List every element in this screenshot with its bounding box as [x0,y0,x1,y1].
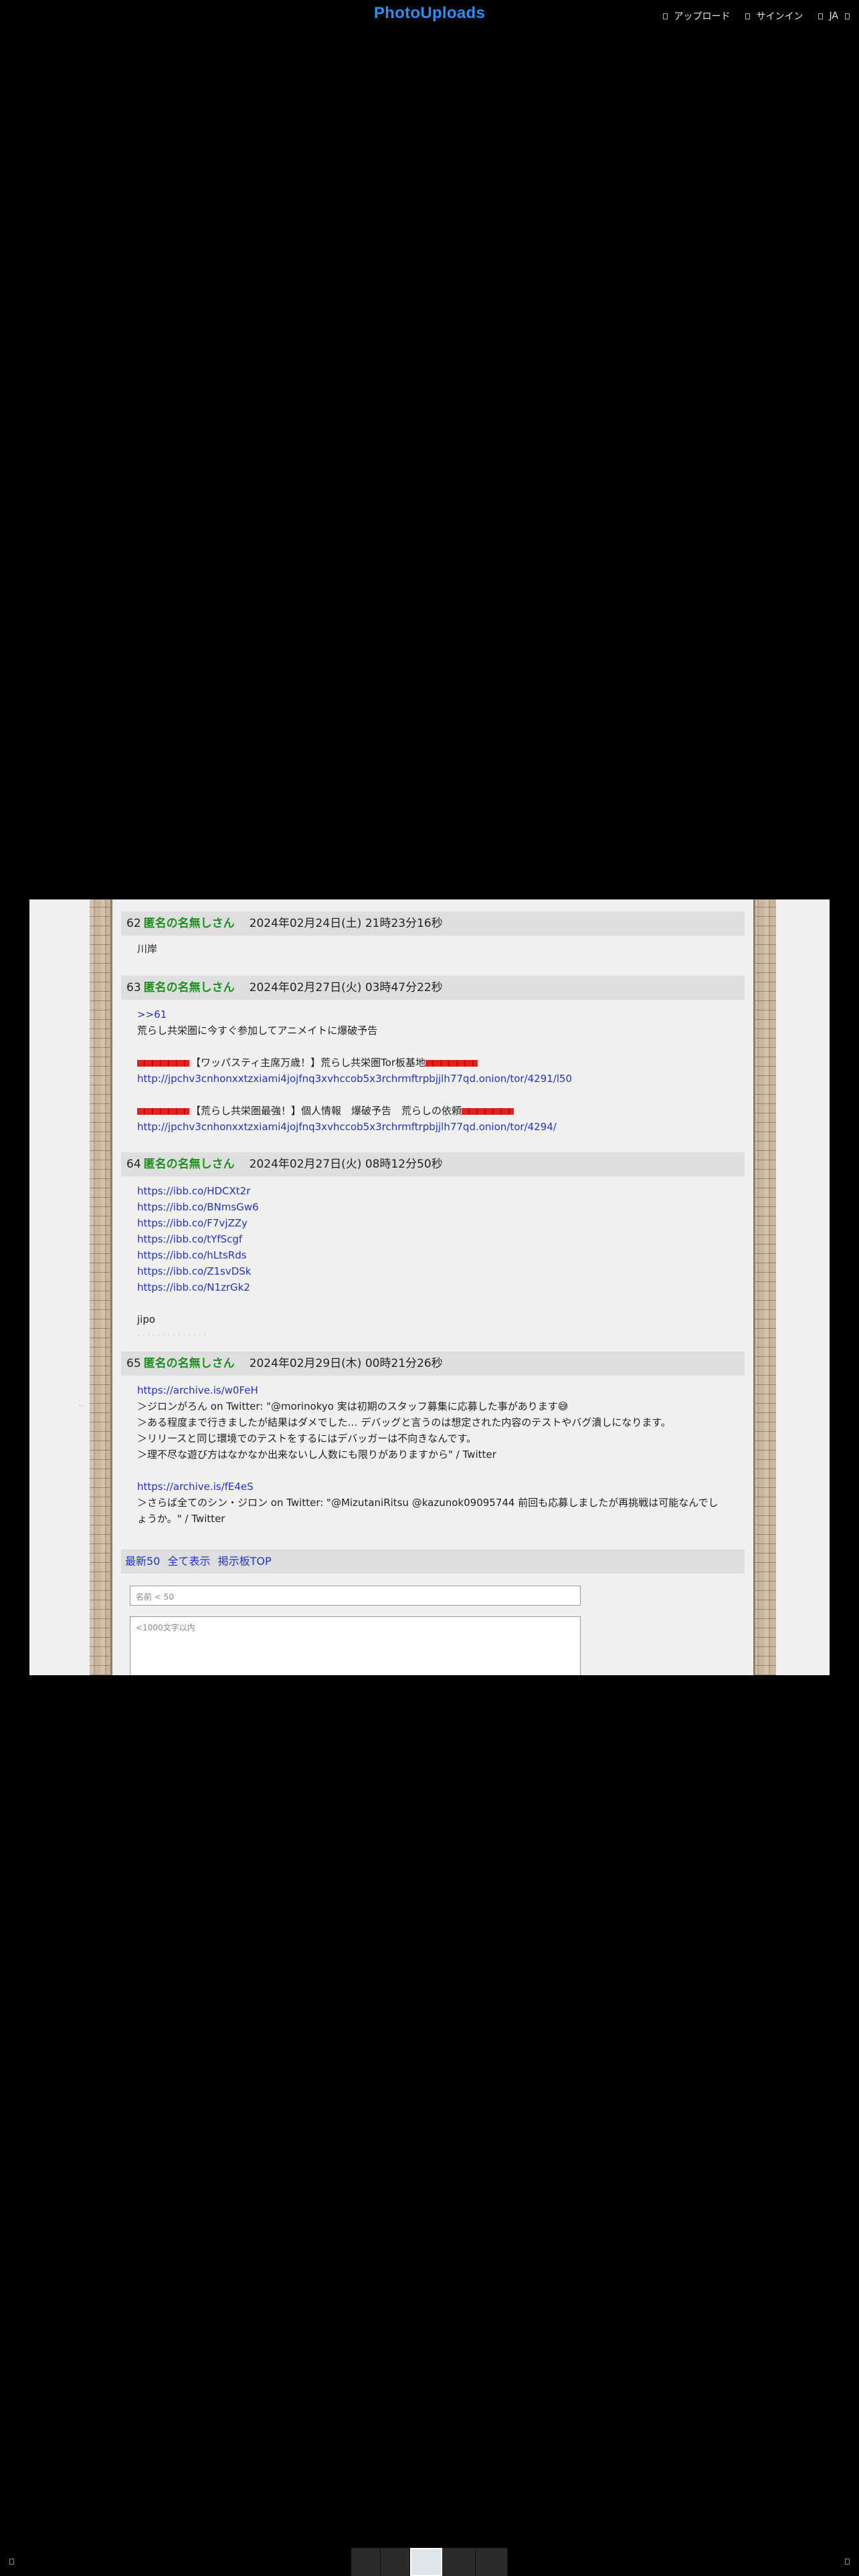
post-text: jipo [137,1313,156,1325]
redaction-mark [137,1107,189,1115]
post-header: 63 匿名の名無しさん 2024年02月27日(火) 03時47分22秒 [121,976,745,1000]
thumbnail-current[interactable] [410,2548,442,2576]
post-text: ＞ジロンがろん on Twitter: "@morinokyo 実は初期のスタッ… [137,1400,569,1412]
post-header: 62 匿名の名無しさん 2024年02月24日(土) 21時23分16秒 [121,911,745,936]
post-text: ＞ある程度まで行きましたが結果はダメでした… デバッグと言うのは想定された内容の… [137,1416,671,1428]
thumbnail[interactable] [442,2548,476,2576]
post-date: 2024年02月27日(火) 08時12分50秒 [249,1158,443,1171]
post-link[interactable]: https://ibb.co/F7vjZZy [137,1215,248,1231]
redaction-mark [425,1059,478,1067]
post-header: 64 匿名の名無しさん 2024年02月27日(火) 08時12分50秒 [121,1152,745,1176]
post-text: 【ワッパスティ主席万歳！】荒らし共栄圏Tor板基地 [191,1057,426,1069]
thumbnail[interactable] [381,2548,410,2576]
post-link[interactable]: https://ibb.co/BNmsGw6 [137,1199,259,1215]
post-text: ＞理不尽な遊び方はなかなか出来ないし人数にも限りがありますから" / Twitt… [137,1448,496,1461]
post-link[interactable]: https://archive.is/w0FeH [137,1382,258,1398]
poster-name: 匿名の名無しさん [143,917,235,930]
post-text: 【荒らし共栄圏最強！】個人情報 爆破予告 荒らしの依頼 [191,1105,462,1117]
brick-border-left [90,899,112,1675]
nav-sign-in-label: サインイン [756,11,803,22]
poster-name: 匿名の名無しさん [143,1158,235,1171]
latest-50-link[interactable]: 最新50 [125,1555,160,1568]
post-number[interactable]: 62 [126,917,141,930]
post-text: 川岸 [137,943,158,955]
post-date: 2024年02月24日(土) 21時23分16秒 [249,917,443,930]
post-text: 荒らし共栄圏に今すぐ参加してアニメイトに爆破予告 [137,1025,378,1037]
nav-language-label: JA [829,11,838,21]
post-link[interactable]: https://ibb.co/Z1svDSk [137,1263,252,1279]
post-link[interactable]: https://ibb.co/tYfScgf [137,1231,242,1247]
redaction-mark [137,1059,189,1067]
next-arrow-icon[interactable] [845,2559,850,2565]
language-icon [818,13,823,19]
nav-language[interactable]: JA [818,11,850,21]
poster-name: 匿名の名無しさん [143,1357,235,1370]
upload-icon [662,13,668,19]
post-number[interactable]: 65 [126,1357,141,1370]
post-text-row: 【荒らし共栄圏最強！】個人情報 爆破予告 荒らしの依頼 [137,1103,515,1119]
post-number[interactable]: 63 [126,981,141,994]
uploaded-photo: .. 62 匿名の名無しさん 2024年02月24日(土) 21時23分16秒 川岸… [29,899,830,1675]
post-text: ＞さらば全てのシン・ジロン on Twitter: "@MizutaniRits… [137,1497,719,1509]
post-link[interactable]: https://ibb.co/hLtsRds [137,1247,247,1263]
name-field[interactable]: 名前 < 50 [130,1586,581,1606]
poster-name: 匿名の名無しさん [143,981,235,994]
post-header: 65 匿名の名無しさん 2024年02月29日(木) 00時21分26秒 [121,1352,745,1376]
post-text-row: 【ワッパスティ主席万歳！】荒らし共栄圏Tor板基地 [137,1055,479,1071]
thread-footer-bar: 最新50 全て表示 掲示板TOP [121,1549,745,1574]
post-number[interactable]: 64 [126,1158,141,1171]
sign-in-icon [745,13,750,19]
brick-border-right [753,899,776,1675]
side-marker: .. [79,1401,83,1408]
nav-sign-in[interactable]: サインイン [745,9,803,23]
nav-upload-label: アップロード [674,11,731,22]
post-text: ＞リリースと同じ環境でのテストをするにはデバッガーは不向きなんです。 [137,1432,477,1444]
menu-icon[interactable] [845,13,850,19]
bottom-filmstrip [0,2548,859,2576]
post-date: 2024年02月29日(木) 00時21分26秒 [249,1357,443,1370]
thumbnail[interactable] [476,2548,508,2576]
board-top-link[interactable]: 掲示板TOP [218,1555,272,1568]
thumbnail-strip [351,2548,508,2576]
post-link[interactable]: https://ibb.co/N1zrGk2 [137,1279,250,1295]
cut-off-text: · · · · · · · · · · · · · · [137,1331,206,1340]
prev-arrow-icon[interactable] [9,2559,14,2565]
top-nav: アップロード サインイン JA [662,9,850,23]
redaction-mark [462,1107,514,1115]
post-link[interactable]: https://ibb.co/HDCXt2r [137,1183,250,1199]
post-link[interactable]: https://archive.is/fE4eS [137,1479,254,1495]
show-all-link[interactable]: 全て表示 [167,1555,210,1568]
reply-link[interactable]: >>61 [137,1006,167,1023]
message-field[interactable]: <1000文字以内 [130,1616,581,1675]
post-link[interactable]: http://jpchv3cnhonxxtzxiami4jojfnq3xvhcc… [137,1119,557,1135]
board-content: 62 匿名の名無しさん 2024年02月24日(土) 21時23分16秒 川岸 63… [121,899,745,1675]
thumbnail[interactable] [351,2548,381,2576]
top-bar: PhotoUploads アップロード サインイン JA [0,0,859,35]
post-date: 2024年02月27日(火) 03時47分22秒 [249,981,443,994]
nav-upload[interactable]: アップロード [662,9,731,23]
post-link[interactable]: http://jpchv3cnhonxxtzxiami4jojfnq3xvhcc… [137,1071,572,1087]
post-text: ょうか。" / Twitter [137,1513,225,1525]
